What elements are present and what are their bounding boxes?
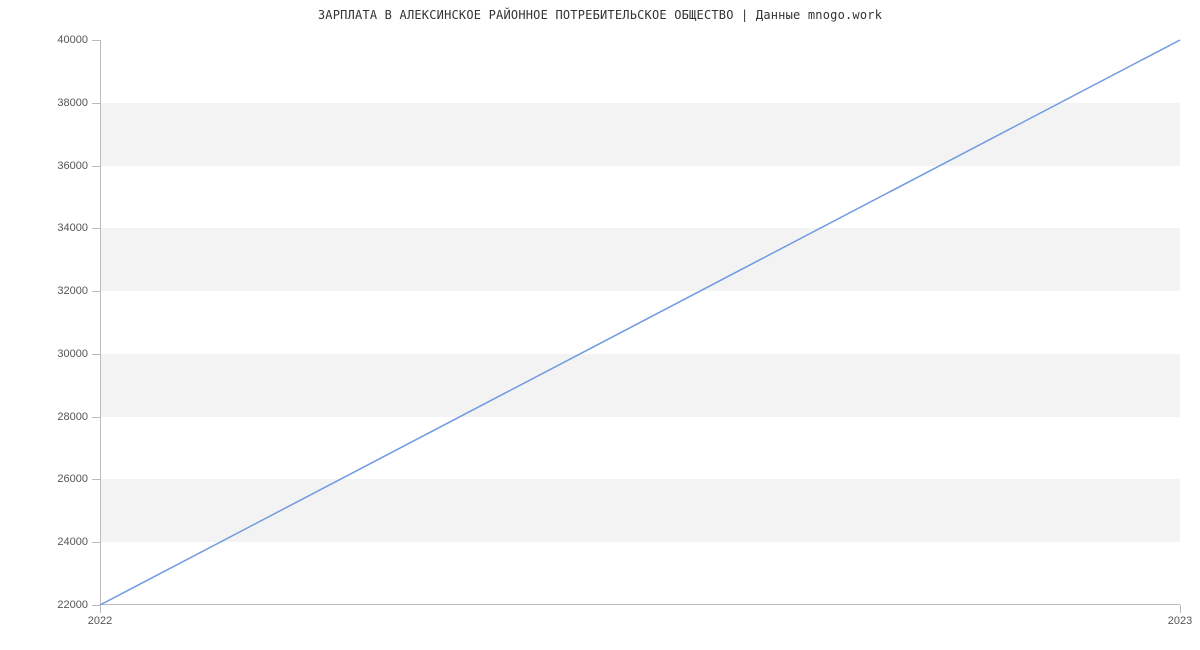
y-tick [92,103,100,104]
x-tick [1180,605,1181,613]
y-tick-label: 30000 [57,348,88,360]
y-tick-label: 26000 [57,473,88,485]
plot-area: 2200024000260002800030000320003400036000… [100,40,1180,605]
x-tick-label: 2023 [1168,615,1192,627]
y-tick-label: 36000 [57,160,88,172]
x-tick-label: 2022 [88,615,112,627]
y-tick [92,417,100,418]
y-tick-label: 22000 [57,599,88,611]
x-tick [100,605,101,613]
series-line [100,40,1180,605]
y-tick-label: 40000 [57,34,88,46]
y-tick [92,228,100,229]
y-tick-label: 24000 [57,536,88,548]
y-tick [92,479,100,480]
line-layer [100,40,1180,605]
y-tick [92,605,100,606]
y-tick [92,166,100,167]
y-tick-label: 32000 [57,285,88,297]
y-tick [92,354,100,355]
y-tick [92,40,100,41]
chart-container: ЗАРПЛАТА В АЛЕКСИНСКОЕ РАЙОННОЕ ПОТРЕБИТ… [0,0,1200,650]
y-tick-label: 34000 [57,222,88,234]
y-tick [92,542,100,543]
y-tick [92,291,100,292]
chart-title: ЗАРПЛАТА В АЛЕКСИНСКОЕ РАЙОННОЕ ПОТРЕБИТ… [0,8,1200,22]
y-tick-label: 38000 [57,97,88,109]
y-tick-label: 28000 [57,411,88,423]
